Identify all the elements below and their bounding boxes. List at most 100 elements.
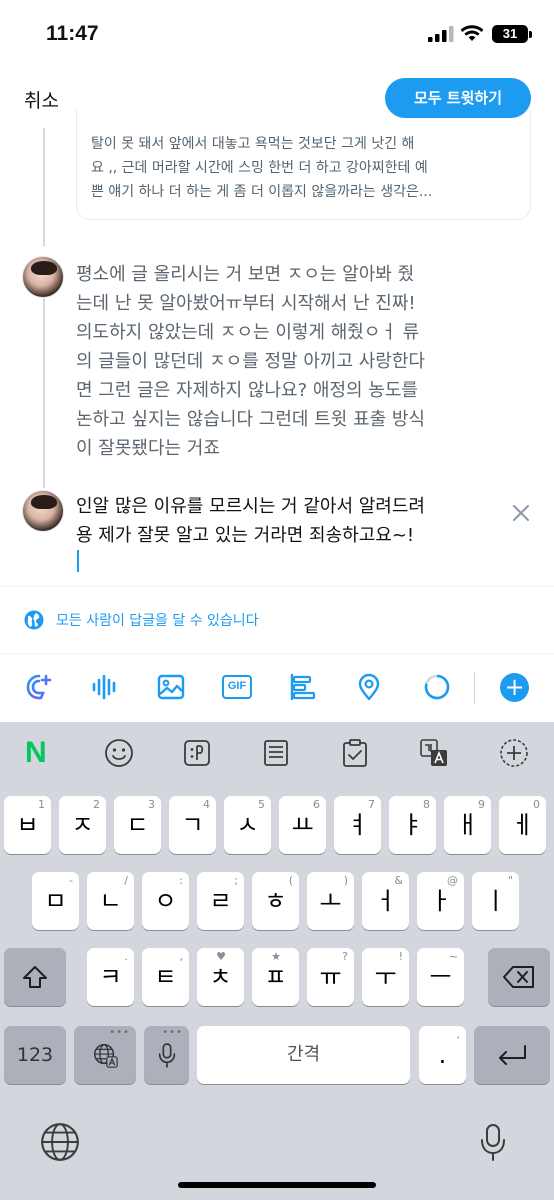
gif-button[interactable]: GIF [222,675,252,699]
key[interactable]: 7ㅕ [334,796,381,854]
return-key[interactable] [474,1026,550,1084]
key[interactable]: ) ㅗ [307,872,354,930]
key[interactable]: " ㅣ [472,872,519,930]
emoji-button[interactable] [102,736,136,770]
key[interactable]: :ㅇ [142,872,189,930]
key[interactable]: 0ㅔ [499,796,546,854]
key-hint: 2 [93,798,100,811]
key[interactable]: ! ㅜ [362,948,409,1006]
key-label: ㅍ [264,963,287,991]
shift-icon [23,966,47,988]
status-bar: 11:47 31 [0,0,554,70]
key-label: ㅌ [154,963,177,991]
key-hint: & [394,874,403,887]
location-button[interactable] [354,672,384,702]
key-hint: 3 [148,798,155,811]
key[interactable]: ♥ ㅊ [197,948,244,1006]
tweet-line: 면 그런 글은 자제하지 않나요? 애정의 농도를 [76,380,418,401]
key[interactable]: ; ㄹ [197,872,244,930]
key[interactable]: / ㄴ [87,872,134,930]
key-hint: : [179,874,183,887]
key[interactable]: & ㅓ [362,872,409,930]
key-label: ㅔ [511,811,534,839]
home-indicator[interactable] [178,1182,376,1188]
key-hint: 7 [368,798,375,811]
period-key[interactable]: ,. [419,1026,466,1084]
shift-key[interactable] [4,948,66,1006]
cellular-signal-icon [428,26,454,42]
key-label: ㅎ [264,887,287,915]
key[interactable]: 8ㅑ [389,796,436,854]
add-circle-icon [500,739,528,767]
key[interactable]: 5ㅅ [224,796,271,854]
backspace-icon [503,966,534,988]
avatar[interactable] [22,256,64,298]
language-key[interactable]: ••• [74,1026,136,1084]
avatar[interactable] [22,490,64,532]
key-label: ㅈ [71,811,94,839]
memo-button[interactable] [259,736,293,770]
emoticon-button[interactable] [180,736,214,770]
status-time: 11:47 [46,22,99,45]
key[interactable]: 9ㅐ [444,796,491,854]
key[interactable]: -ㅁ [32,872,79,930]
keyboard: N 1 ㅂ 2 ㅈ 3 ㄷ 4 ㄱ 5 ㅅ 6 ㅛ 7 ㅕ 8 ㅑ 9 ㅐ 0 … [0,722,554,1200]
key[interactable]: ~ ㅡ [417,948,464,1006]
key-label: ㄷ [126,811,149,839]
thread-tweet-text[interactable]: 평소에 글 올리시는 거 보면 ㅈㅇ는 알아봐 줬 는데 난 못 알아봤어ㅠ부터… [76,260,516,463]
key[interactable]: 4ㄱ [169,796,216,854]
key-label: ㅂ [16,811,39,839]
key[interactable]: (ㅎ [252,872,299,930]
key-hint: , [456,1028,461,1041]
key-label: ㅜ [374,963,397,991]
key-hint: ? [342,950,348,963]
thread-connector [43,298,45,488]
audio-space-button[interactable] [24,672,54,702]
key-hint: ♥ [216,950,226,963]
tweet-line: 의도하지 않았는데 ㅈㅇ는 이렇게 해줬ㅇㅓ 류 [76,322,420,343]
dictation-microphone-icon[interactable] [478,1121,508,1163]
key-hint: ( [288,874,293,887]
quoted-tweet-preview[interactable]: 탈이 못 돼서 앞에서 대놓고 욕먹는 것보단 그게 낫긴 해 요 ,, 근데 … [76,110,531,220]
key-hint: 9 [478,798,485,811]
clipboard-button[interactable] [338,736,372,770]
key-label: ㅇ [154,887,177,915]
add-tweet-button[interactable]: + [500,673,529,702]
image-icon [157,674,185,700]
document-icon [264,740,288,766]
key[interactable]: 1ㅂ [4,796,51,854]
close-icon[interactable] [510,502,532,524]
tweet-line-last: 용 제가 잘못 알고 있는 거라면 죄송하고요~! [76,521,516,572]
active-tweet-input[interactable]: 인알 많은 이유를 모르시는 거 같아서 알려드려 용 제가 잘못 알고 있는 … [76,492,516,572]
battery-tip [529,31,532,38]
key-label: ㄴ [99,887,122,915]
key[interactable]: .ㅋ [87,948,134,1006]
globe-switch-keyboard-icon[interactable] [39,1121,81,1163]
translate-button[interactable] [417,736,451,770]
more-dots: ••• [162,1027,183,1038]
key[interactable]: ★ ㅍ [252,948,299,1006]
key[interactable]: @ ㅏ [417,872,464,930]
waveform-icon [92,674,116,700]
more-options-button[interactable] [497,736,531,770]
naver-logo-button[interactable]: N [25,736,47,770]
location-pin-icon [358,673,380,701]
cancel-button[interactable]: 취소 [24,86,59,113]
numbers-key[interactable]: 123 [4,1026,66,1084]
key[interactable]: 3ㄷ [114,796,161,854]
key[interactable]: 6ㅛ [279,796,326,854]
key[interactable]: 2ㅈ [59,796,106,854]
add-image-button[interactable] [156,672,186,702]
key[interactable]: ? ㅠ [307,948,354,1006]
key[interactable]: ,ㅌ [142,948,189,1006]
key-hint: . [124,950,129,963]
poll-button[interactable] [288,672,318,702]
space-key[interactable]: 간격 [197,1026,410,1084]
voice-tweet-button[interactable] [90,672,120,702]
backspace-key[interactable] [488,948,550,1006]
key-hint: ! [398,950,403,963]
dictation-key[interactable]: ••• [144,1026,189,1084]
key-hint: 8 [423,798,430,811]
more-dots: ••• [109,1027,130,1038]
key-hint: , [179,950,184,963]
